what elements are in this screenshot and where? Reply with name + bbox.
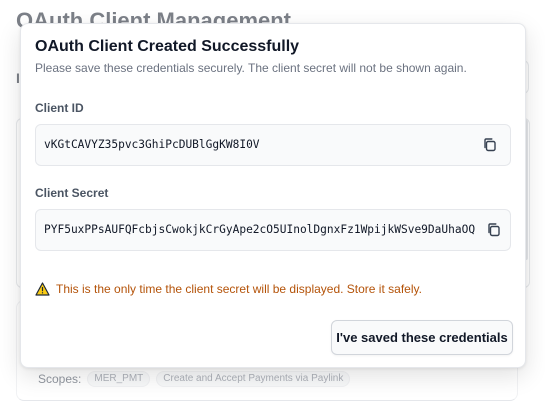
- client-secret-label: Client Secret: [35, 186, 109, 200]
- warning-text: This is the only time the client secret …: [56, 282, 422, 296]
- warning-icon: [35, 282, 50, 296]
- client-secret-field: PYF5uxPPsAUFQFcbjsCwokjkCrGyApe2cO5UInol…: [35, 209, 511, 251]
- client-id-field: vKGtCAVYZ35pvc3GhiPcDUBlGgKW8I0V: [35, 124, 511, 166]
- client-secret-value[interactable]: PYF5uxPPsAUFQFcbjsCwokjkCrGyApe2cO5UInol…: [44, 223, 475, 236]
- warning-message: This is the only time the client secret …: [35, 282, 422, 296]
- client-id-label: Client ID: [35, 101, 84, 115]
- modal-title: OAuth Client Created Successfully: [35, 38, 300, 55]
- copy-icon[interactable]: [482, 137, 498, 153]
- client-id-value[interactable]: vKGtCAVYZ35pvc3GhiPcDUBlGgKW8I0V: [44, 138, 260, 151]
- modal-subtitle: Please save these credentials securely. …: [35, 61, 467, 75]
- copy-icon[interactable]: [486, 222, 502, 238]
- confirm-saved-button[interactable]: I've saved these credentials: [331, 320, 513, 355]
- credentials-modal: OAuth Client Created Successfully Please…: [20, 23, 526, 368]
